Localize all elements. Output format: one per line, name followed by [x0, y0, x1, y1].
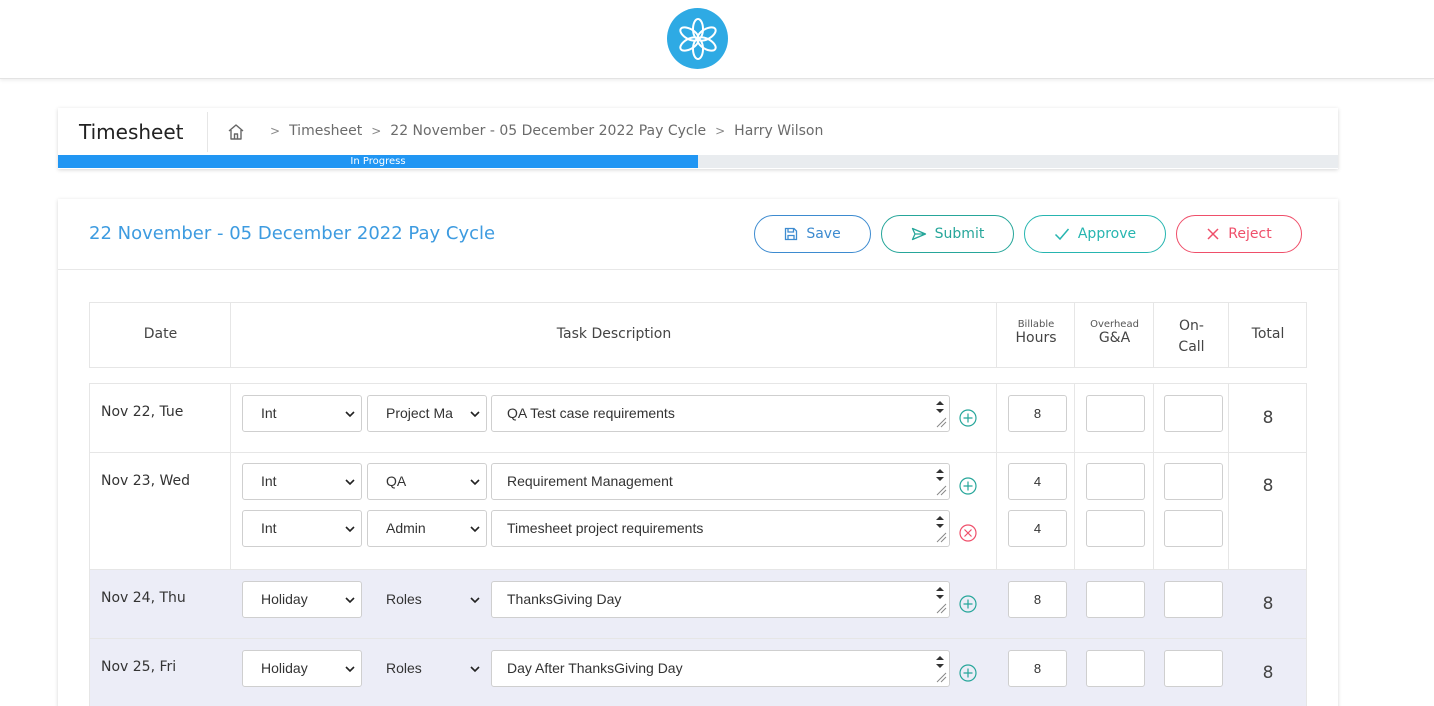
- divider: [207, 112, 208, 152]
- approve-label: Approve: [1077, 226, 1137, 242]
- reject-button[interactable]: Reject: [1176, 215, 1302, 253]
- oncall-hours-input[interactable]: [1164, 510, 1223, 547]
- chevron-down-icon: [345, 526, 355, 533]
- oncall-hours-input[interactable]: [1164, 650, 1223, 687]
- flower-logo-icon[interactable]: [667, 8, 728, 69]
- billable-hours-input[interactable]: 4: [1008, 510, 1067, 547]
- resize-spinner-icon[interactable]: [933, 398, 947, 429]
- chevron-down-icon: [345, 597, 355, 604]
- header-overhead: Overhead G&A: [1090, 319, 1139, 346]
- row-date: Nov 23, Wed: [101, 473, 191, 489]
- send-icon: [911, 227, 926, 241]
- chevron-right-icon: >: [715, 124, 726, 138]
- table-row: Nov 23, Wed Int QA Requirement Managemen…: [89, 453, 1307, 570]
- row-total: 8: [1262, 408, 1274, 428]
- top-bar: [0, 0, 1434, 79]
- table-row: Nov 25, Fri Holiday Roles Day After Than…: [89, 639, 1307, 706]
- row-date: Nov 24, Thu: [101, 590, 186, 606]
- header-task: Task Description: [556, 326, 672, 342]
- chevron-down-icon: [345, 411, 355, 418]
- home-icon[interactable]: [227, 123, 245, 141]
- status-progress-bar: In Progress: [58, 155, 1338, 168]
- pay-cycle-title: 22 November - 05 December 2022 Pay Cycle: [89, 223, 496, 244]
- chevron-down-icon: [470, 526, 480, 533]
- plus-circle-icon[interactable]: [959, 477, 977, 495]
- type-select[interactable]: Int: [242, 510, 362, 547]
- page-title: Timesheet: [79, 120, 184, 144]
- overhead-hours-input[interactable]: [1086, 581, 1145, 618]
- chevron-down-icon: [345, 666, 355, 673]
- row-total: 8: [1262, 594, 1274, 614]
- table-row: Nov 24, Thu Holiday Roles ThanksGiving D…: [89, 570, 1307, 639]
- table-header: Date Task Description Billable Hours Ove…: [89, 302, 1307, 368]
- header-date: Date: [143, 326, 178, 342]
- breadcrumb-card: Timesheet > Timesheet > 22 November - 05…: [58, 108, 1338, 169]
- billable-hours-input[interactable]: 4: [1008, 463, 1067, 500]
- header-total: Total: [1251, 326, 1285, 342]
- overhead-hours-input[interactable]: [1086, 395, 1145, 432]
- chevron-down-icon: [345, 479, 355, 486]
- row-date: Nov 22, Tue: [101, 404, 184, 420]
- row-date: Nov 25, Fri: [101, 659, 177, 675]
- category-select[interactable]: Admin: [367, 510, 487, 547]
- overhead-hours-input[interactable]: [1086, 510, 1145, 547]
- header-billable: Billable Hours: [1015, 319, 1057, 346]
- type-select[interactable]: Holiday: [242, 650, 362, 687]
- plus-circle-icon[interactable]: [959, 595, 977, 613]
- task-description-input[interactable]: Timesheet project requirements: [491, 510, 950, 547]
- floppy-icon: [785, 227, 798, 241]
- timesheet-card: 22 November - 05 December 2022 Pay Cycle…: [58, 199, 1338, 706]
- breadcrumb-item-employee: Harry Wilson: [734, 123, 824, 139]
- plus-circle-icon[interactable]: [959, 664, 977, 682]
- save-label: Save: [806, 226, 841, 242]
- resize-spinner-icon[interactable]: [933, 653, 947, 684]
- task-description-input[interactable]: Requirement Management: [491, 463, 950, 500]
- overhead-hours-input[interactable]: [1086, 650, 1145, 687]
- billable-hours-input[interactable]: 8: [1008, 395, 1067, 432]
- category-select[interactable]: Project Ma: [367, 395, 487, 432]
- resize-spinner-icon[interactable]: [933, 466, 947, 497]
- breadcrumb-item-pay-cycle[interactable]: 22 November - 05 December 2022 Pay Cycle: [390, 123, 706, 139]
- row-total: 8: [1262, 663, 1274, 683]
- submit-label: Submit: [934, 226, 985, 242]
- billable-hours-input[interactable]: 8: [1008, 650, 1067, 687]
- task-description-input[interactable]: ThanksGiving Day: [491, 581, 950, 618]
- oncall-hours-input[interactable]: [1164, 581, 1223, 618]
- oncall-hours-input[interactable]: [1164, 463, 1223, 500]
- x-circle-icon[interactable]: [959, 524, 977, 542]
- approve-button[interactable]: Approve: [1024, 215, 1166, 253]
- breadcrumb: > Timesheet > 22 November - 05 December …: [270, 123, 832, 139]
- breadcrumb-item-timesheet[interactable]: Timesheet: [289, 123, 362, 139]
- chevron-down-icon: [470, 411, 480, 418]
- chevron-down-icon: [470, 479, 480, 486]
- chevron-right-icon: >: [371, 124, 382, 138]
- overhead-hours-input[interactable]: [1086, 463, 1145, 500]
- save-button[interactable]: Save: [754, 215, 871, 253]
- submit-button[interactable]: Submit: [881, 215, 1014, 253]
- resize-spinner-icon[interactable]: [933, 584, 947, 615]
- reject-label: Reject: [1228, 226, 1272, 242]
- type-select[interactable]: Int: [242, 463, 362, 500]
- plus-circle-icon[interactable]: [959, 409, 977, 427]
- chevron-down-icon: [470, 597, 480, 604]
- task-description-input[interactable]: QA Test case requirements: [491, 395, 950, 432]
- card-header: 22 November - 05 December 2022 Pay Cycle…: [58, 199, 1338, 270]
- category-select[interactable]: Roles: [367, 581, 487, 618]
- billable-hours-input[interactable]: 8: [1008, 581, 1067, 618]
- type-select[interactable]: Int: [242, 395, 362, 432]
- chevron-down-icon: [470, 666, 480, 673]
- category-select[interactable]: QA: [367, 463, 487, 500]
- task-description-input[interactable]: Day After ThanksGiving Day: [491, 650, 950, 687]
- row-total: 8: [1262, 476, 1274, 496]
- category-select[interactable]: Roles: [367, 650, 487, 687]
- check-icon: [1054, 228, 1069, 241]
- oncall-hours-input[interactable]: [1164, 395, 1223, 432]
- x-icon: [1207, 228, 1219, 240]
- header-oncall: On- Call: [1178, 318, 1205, 355]
- type-select[interactable]: Holiday: [242, 581, 362, 618]
- chevron-right-icon: >: [270, 124, 281, 138]
- table-row: Nov 22, Tue Int Project Ma QA Test case …: [89, 383, 1307, 453]
- progress-fill: In Progress: [58, 155, 698, 168]
- resize-spinner-icon[interactable]: [933, 513, 947, 544]
